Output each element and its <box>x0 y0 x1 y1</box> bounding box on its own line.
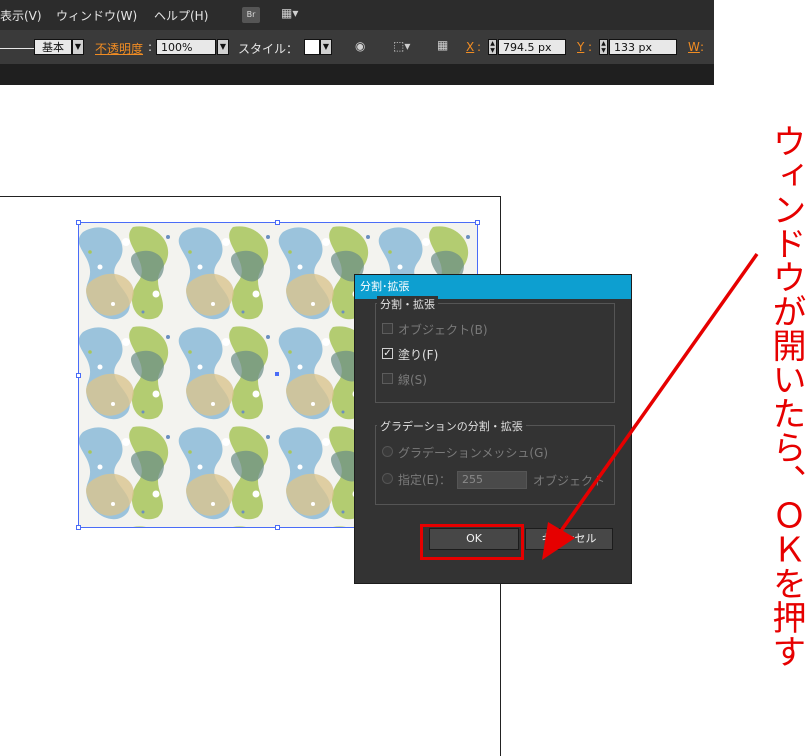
annotation-text: ウィンドウが開いたら、ＯＫを押す <box>766 124 806 668</box>
annotation-arrow <box>542 252 759 560</box>
